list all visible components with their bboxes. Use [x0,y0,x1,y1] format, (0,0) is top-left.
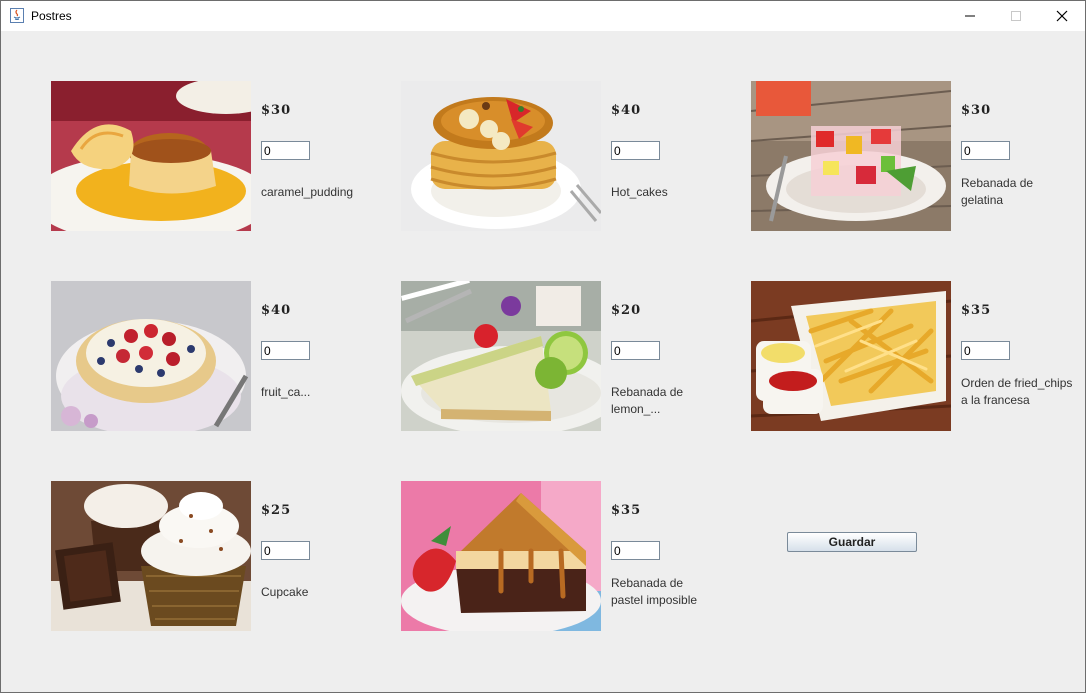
dessert-name: Rebanada de pastel imposible [611,576,698,607]
window-title: Postres [31,9,72,23]
dessert-name: fruit_ca... [261,385,311,399]
close-icon [1056,10,1068,22]
dessert-price: $25 [261,503,292,518]
close-button[interactable] [1039,1,1085,31]
quantity-input[interactable] [611,341,660,360]
dessert-price: $30 [961,103,992,118]
dessert-price: $35 [611,503,642,518]
dessert-panel: $30 caramel_pudding [1,31,1085,692]
dessert-price: $30 [261,103,292,118]
fries-photo [751,281,951,431]
quantity-input[interactable] [261,341,310,360]
maximize-button[interactable] [993,1,1039,31]
dessert-name: caramel_pudding [261,185,354,199]
quantity-input[interactable] [261,141,310,160]
dessert-name: Hot_cakes [611,185,668,199]
dessert-item: $30 caramel_pudding [51,81,381,231]
dessert-item: $40 fruit_ca... [51,281,381,431]
dessert-item: $40 Hot_cakes [401,81,731,231]
dessert-price: $20 [611,303,642,318]
minimize-icon [965,15,975,17]
title-bar[interactable]: Postres [1,1,1085,31]
quantity-input[interactable] [261,541,310,560]
quantity-input[interactable] [961,341,1010,360]
minimize-button[interactable] [947,1,993,31]
java-app-icon [10,8,24,23]
dessert-item: $35 Orden de fried_chips a la francesa [751,281,1081,431]
dessert-name: Rebanada de lemon_... [611,385,684,416]
maximize-icon [1011,11,1021,21]
quantity-input[interactable] [611,541,660,560]
dessert-name: Rebanada de gelatina [961,176,1034,207]
caramel-pudding-photo [51,81,251,231]
quantity-input[interactable] [611,141,660,160]
dessert-price: $35 [961,303,992,318]
save-button[interactable]: Guardar [787,532,917,552]
hot-cakes-photo [401,81,601,231]
app-window: Postres $30 0 caramel_pudding $40 0 Hot_… [0,0,1086,693]
pastel-imposible-photo [401,481,601,631]
dessert-price: $40 [261,303,292,318]
lemon-pie-photo [401,281,601,431]
dessert-item: $20 Rebanada de lemon_... [401,281,731,431]
gelatina-photo [751,81,951,231]
dessert-name: Cupcake [261,585,309,599]
dessert-name: Orden de fried_chips a la francesa [961,376,1073,407]
dessert-price: $40 [611,103,642,118]
dessert-item: $25 Cupcake [51,481,381,631]
dessert-item: $30 Rebanada de gelatina [751,81,1081,231]
quantity-input[interactable] [961,141,1010,160]
dessert-item: $35 Rebanada de pastel imposible [401,481,731,631]
cupcake-photo [51,481,251,631]
fruit-cake-photo [51,281,251,431]
